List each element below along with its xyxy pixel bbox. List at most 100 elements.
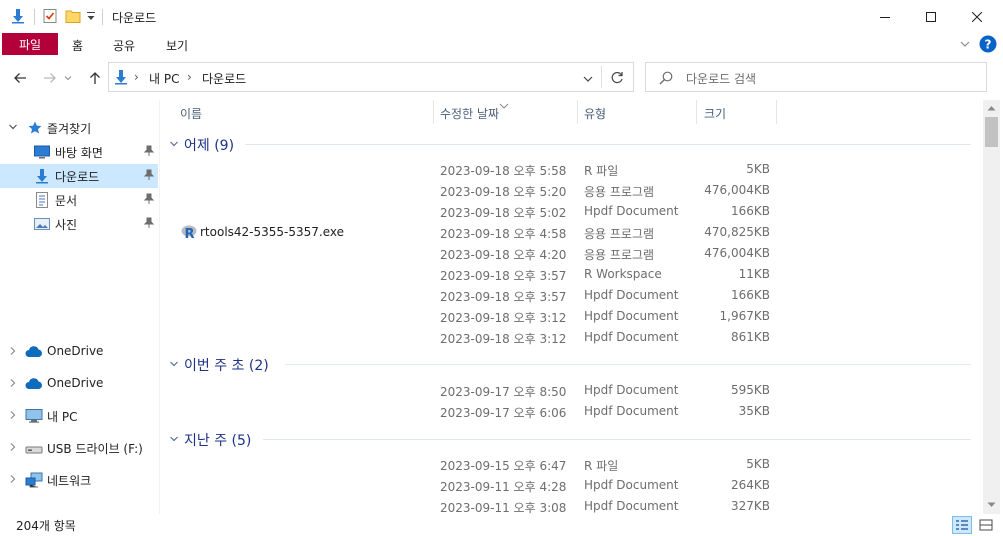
column-divider[interactable] (577, 100, 578, 124)
column-divider[interactable] (433, 100, 434, 124)
table-row[interactable]: 2023-09-15 오후 6:47 R 파일 5KB (163, 454, 975, 475)
customize-quick-access-icon[interactable] (86, 10, 96, 25)
column-header-type[interactable]: 유형 (584, 105, 606, 122)
back-button[interactable] (10, 68, 30, 88)
sidebar-item-network[interactable]: 네트워크 (0, 468, 158, 492)
table-row[interactable]: 2023-09-18 오후 3:12 Hpdf Document 861KB (163, 327, 975, 348)
group-header[interactable]: 어제 (9) (163, 131, 975, 157)
table-row[interactable]: 2023-09-17 오후 8:50 Hpdf Document 595KB (163, 380, 975, 401)
breadcrumb-my-pc[interactable]: 내 PC (149, 70, 179, 87)
close-button[interactable] (954, 0, 1000, 33)
group-divider (245, 144, 971, 145)
chevron-right-icon[interactable] (8, 474, 18, 484)
sidebar-item-documents[interactable]: 문서 (0, 188, 158, 212)
sidebar-item-desktop[interactable]: 바탕 화면 (0, 140, 158, 164)
chevron-down-icon (64, 76, 72, 81)
table-row[interactable]: 2023-09-18 오후 4:20 응용 프로그램 476,004KB (163, 243, 975, 264)
row-date: 2023-09-18 오후 3:57 (440, 269, 567, 283)
table-row[interactable]: 2023-09-18 오후 3:57 Hpdf Document 166KB (163, 285, 975, 306)
vertical-scrollbar[interactable] (983, 100, 1000, 514)
table-row[interactable]: 2023-09-11 오후 4:28 Hpdf Document 264KB (163, 475, 975, 496)
sidebar-item-downloads[interactable]: 다운로드 (0, 164, 158, 188)
column-header-size[interactable]: 크기 (704, 105, 726, 122)
address-bar[interactable]: › 내 PC › 다운로드 (108, 62, 634, 92)
sidebar-item-usb-drive[interactable]: USB 드라이브 (F:) (0, 436, 158, 460)
properties-icon[interactable] (42, 8, 58, 27)
table-row[interactable]: 2023-09-18 오후 3:57 R Workspace 11KB (163, 264, 975, 285)
download-icon (34, 168, 50, 184)
chevron-down-icon[interactable] (169, 359, 179, 369)
file-tab[interactable]: 파일 (2, 33, 58, 55)
group-title: 이번 주 초 (2) (184, 358, 269, 374)
row-type: 응용 프로그램 (584, 185, 655, 199)
forward-button[interactable] (40, 68, 60, 88)
star-icon (27, 120, 43, 136)
table-row[interactable]: 2023-09-18 오후 3:12 Hpdf Document 1,967KB (163, 306, 975, 327)
search-input[interactable]: 다운로드 검색 (686, 70, 756, 87)
nav-quick-access[interactable]: 즐겨찾기 (0, 116, 158, 140)
expand-ribbon-icon[interactable] (959, 38, 971, 53)
search-box[interactable]: 다운로드 검색 (645, 62, 987, 92)
group-header[interactable]: 지난 주 (5) (163, 426, 975, 452)
row-type: R 파일 (584, 459, 619, 473)
address-dropdown-icon[interactable] (583, 73, 593, 87)
column-headers: 이름 수정한 날짜 유형 크기 (163, 98, 975, 126)
up-button[interactable] (85, 68, 105, 88)
pin-icon (143, 145, 155, 156)
table-row[interactable]: 2023-09-11 오후 3:08 Hpdf Document 327KB (163, 496, 975, 514)
maximize-button[interactable] (908, 0, 954, 33)
table-row[interactable]: 2023-09-18 오후 5:20 응용 프로그램 476,004KB (163, 180, 975, 201)
table-row[interactable]: 2023-09-18 오후 5:02 Hpdf Document 166KB (163, 201, 975, 222)
sidebar-item-onedrive[interactable]: OneDrive (0, 340, 158, 364)
row-size: 5KB (746, 162, 770, 176)
chevron-down-icon[interactable] (8, 122, 18, 132)
chevron-right-icon[interactable] (8, 378, 18, 388)
column-header-date[interactable]: 수정한 날짜 (440, 105, 499, 122)
group-divider (263, 439, 971, 440)
title-separator (102, 9, 103, 25)
tab-view[interactable]: 보기 (166, 37, 188, 54)
address-row: › 내 PC › 다운로드 다운로드 검색 (0, 62, 1003, 94)
sidebar-item-my-pc[interactable]: 내 PC (0, 404, 158, 428)
chevron-down-icon[interactable] (169, 139, 179, 149)
large-icons-view-icon (979, 519, 993, 531)
pin-icon (143, 217, 155, 228)
refresh-icon[interactable] (611, 71, 624, 87)
minimize-button[interactable] (862, 0, 908, 33)
scroll-down-icon[interactable] (987, 502, 996, 508)
help-icon[interactable]: ? (979, 35, 997, 56)
back-arrow-icon (14, 73, 26, 83)
table-row[interactable]: 2023-09-17 오후 6:06 Hpdf Document 35KB (163, 401, 975, 422)
sidebar-item-onedrive[interactable]: OneDrive (0, 372, 158, 396)
row-type: R 파일 (584, 164, 619, 178)
sidebar-item-pictures[interactable]: 사진 (0, 212, 158, 236)
nav-label: 내 PC (47, 410, 78, 424)
onedrive-icon (25, 344, 42, 360)
row-size: 327KB (730, 499, 770, 513)
group-divider (285, 364, 971, 365)
chevron-right-icon[interactable] (8, 442, 18, 452)
row-type: 응용 프로그램 (584, 227, 655, 241)
column-divider[interactable] (776, 100, 777, 124)
tab-share[interactable]: 공유 (113, 37, 135, 54)
tab-home[interactable]: 홈 (72, 37, 83, 54)
table-row[interactable]: R rtools42-5355-5357.exe 2023-09-18 오후 4… (163, 222, 975, 243)
scroll-up-icon[interactable] (987, 105, 996, 111)
chevron-right-icon[interactable] (8, 346, 18, 356)
new-folder-icon[interactable] (65, 8, 81, 27)
breadcrumb-downloads[interactable]: 다운로드 (202, 70, 246, 87)
row-size: 166KB (730, 204, 770, 218)
recent-locations-button[interactable] (62, 68, 74, 88)
forward-arrow-icon (44, 73, 56, 83)
table-row[interactable]: 2023-09-18 오후 5:58 R 파일 5KB (163, 159, 975, 180)
row-date: 2023-09-18 오후 3:12 (440, 332, 567, 346)
group-header[interactable]: 이번 주 초 (2) (163, 351, 975, 377)
details-view-button[interactable] (952, 516, 972, 534)
row-type: Hpdf Document (584, 288, 679, 302)
column-divider[interactable] (696, 100, 697, 124)
large-icons-view-button[interactable] (976, 516, 996, 534)
scrollbar-thumb[interactable] (985, 117, 998, 147)
chevron-down-icon[interactable] (169, 434, 179, 444)
chevron-right-icon[interactable] (8, 410, 18, 420)
column-header-name[interactable]: 이름 (180, 105, 202, 122)
